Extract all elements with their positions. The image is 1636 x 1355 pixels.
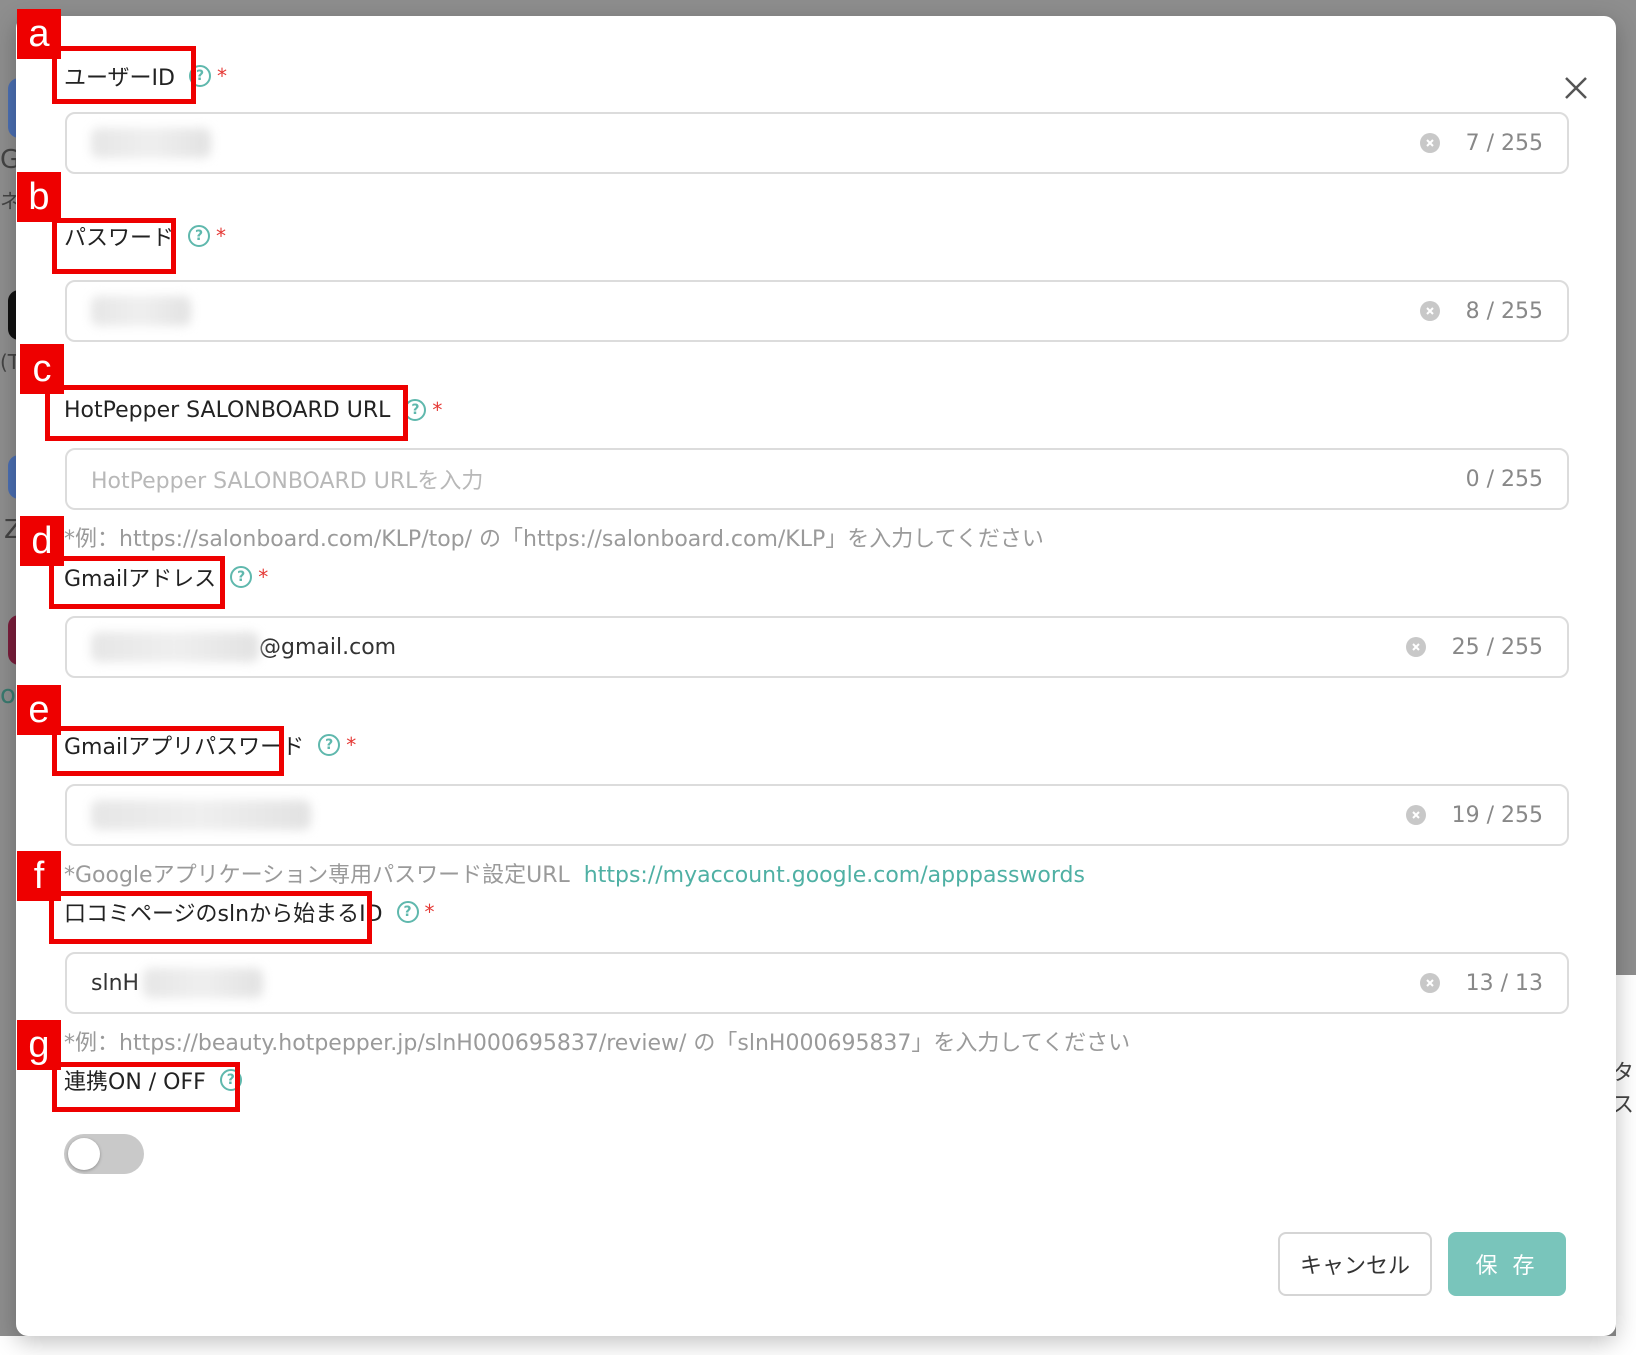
required-mark: *	[217, 64, 227, 88]
gmail-app-password-input[interactable]: 19 / 255	[65, 784, 1569, 846]
password-input[interactable]: 8 / 255	[65, 280, 1569, 342]
sync-toggle-switch[interactable]	[64, 1134, 144, 1174]
required-mark: *	[346, 733, 357, 757]
clear-icon[interactable]	[1419, 133, 1440, 153]
char-counter: 19 / 255	[1451, 802, 1543, 828]
save-button[interactable]: 保 存	[1448, 1232, 1566, 1296]
user-id-label: ユーザーID ? *	[64, 56, 227, 96]
help-icon[interactable]: ?	[318, 734, 341, 756]
char-counter: 25 / 255	[1451, 634, 1543, 660]
salonboard-url-label: HotPepper SALONBOARD URL ? *	[64, 390, 442, 430]
redacted-value	[91, 800, 311, 830]
password-label: パスワード ? *	[64, 216, 226, 256]
bg-panel	[1616, 975, 1636, 1355]
review-id-label: 口コミページのslnから始まるID ? *	[64, 892, 435, 932]
input-value: @gmail.com	[91, 632, 1406, 662]
required-mark: *	[432, 398, 443, 422]
field-label-text: パスワード	[64, 226, 175, 251]
required-mark: *	[216, 224, 227, 248]
input-value	[91, 296, 1420, 326]
review-id-input[interactable]: slnH 13 / 13	[65, 952, 1569, 1014]
clear-icon[interactable]	[1419, 973, 1440, 993]
salonboard-url-input[interactable]: HotPepper SALONBOARD URLを入力 0 / 255	[65, 448, 1569, 510]
redacted-value	[91, 296, 191, 326]
annotation-tag-e: e	[17, 685, 61, 735]
annotation-tag-a: a	[17, 9, 61, 59]
char-counter: 8 / 255	[1465, 298, 1543, 324]
user-id-input[interactable]: 7 / 255	[65, 112, 1569, 174]
clear-icon[interactable]	[1405, 805, 1426, 825]
field-label-text: Gmailアプリパスワード	[64, 735, 305, 760]
redacted-value	[91, 128, 211, 158]
close-icon[interactable]	[1563, 75, 1589, 101]
char-counter: 0 / 255	[1465, 466, 1543, 492]
char-counter: 7 / 255	[1465, 130, 1543, 156]
email-domain: @gmail.com	[259, 634, 397, 660]
help-icon[interactable]: ?	[396, 901, 419, 923]
clear-icon[interactable]	[1405, 637, 1426, 657]
app-password-hint: *Googleアプリケーション専用パスワード設定URL https://myacc…	[64, 857, 1085, 889]
required-mark: *	[258, 565, 269, 589]
sync-toggle-label: 連携ON / OFF ?	[64, 1060, 242, 1100]
cancel-button[interactable]: キャンセル	[1278, 1232, 1432, 1296]
annotation-tag-f: f	[17, 851, 61, 901]
required-mark: *	[424, 900, 435, 924]
input-value	[91, 800, 1406, 830]
bg-panel	[0, 1336, 1636, 1355]
input-placeholder: HotPepper SALONBOARD URLを入力	[91, 469, 484, 494]
review-id-hint: *例：https://beauty.hotpepper.jp/slnH00069…	[64, 1031, 1131, 1056]
id-prefix: slnH	[91, 970, 140, 996]
help-icon[interactable]: ?	[219, 1069, 242, 1091]
clear-icon[interactable]	[1419, 301, 1440, 321]
annotation-tag-b: b	[17, 172, 61, 222]
help-icon[interactable]: ?	[230, 566, 253, 588]
settings-modal: ユーザーID ? * 7 / 255 パスワード ? * 8 / 255 Hot…	[16, 16, 1616, 1336]
char-counter: 13 / 13	[1465, 970, 1543, 996]
help-icon[interactable]: ?	[188, 225, 211, 247]
hint-text: *Googleアプリケーション専用パスワード設定URL	[64, 863, 570, 888]
field-label-text: 口コミページのslnから始まるID	[64, 902, 383, 927]
input-value	[91, 128, 1420, 158]
gmail-address-label: Gmailアドレス ? *	[64, 557, 268, 597]
bg-text: o	[0, 680, 16, 710]
toggle-knob	[68, 1138, 100, 1170]
annotation-tag-d: d	[20, 516, 64, 566]
gmail-address-input[interactable]: @gmail.com 25 / 255	[65, 616, 1569, 678]
help-icon[interactable]: ?	[189, 65, 211, 87]
field-label-text: ユーザーID	[64, 66, 175, 91]
field-label-text: 連携ON / OFF	[64, 1070, 206, 1095]
help-icon[interactable]: ?	[404, 399, 427, 421]
salonboard-url-hint: *例：https://salonboard.com/KLP/top/ の「htt…	[64, 527, 1044, 552]
redacted-value	[143, 968, 264, 998]
redacted-value	[91, 632, 259, 662]
input-value: slnH	[91, 968, 1420, 998]
annotation-tag-c: c	[20, 344, 64, 394]
app-password-link[interactable]: https://myaccount.google.com/apppassword…	[584, 863, 1085, 888]
annotation-tag-g: g	[17, 1020, 61, 1070]
close-button[interactable]	[1556, 68, 1596, 108]
field-label-text: Gmailアドレス	[64, 567, 217, 592]
field-label-text: HotPepper SALONBOARD URL	[64, 397, 391, 423]
gmail-app-password-label: Gmailアプリパスワード ? *	[64, 725, 356, 765]
